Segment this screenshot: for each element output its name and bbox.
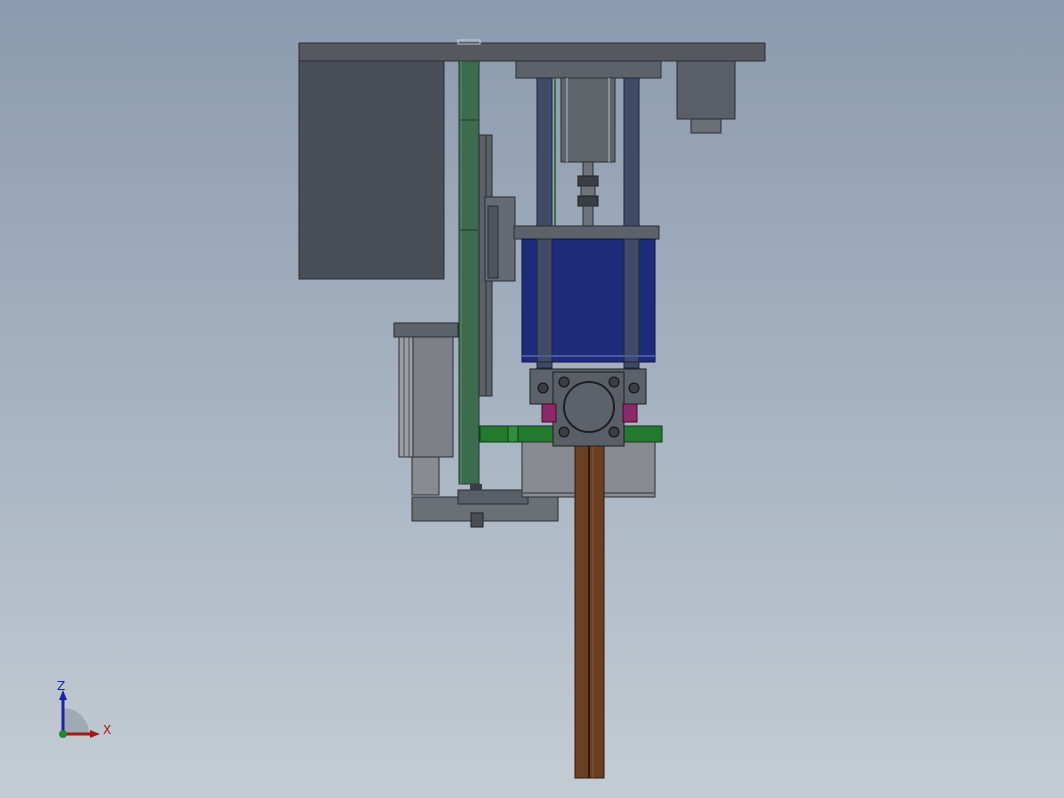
top-right-motor (676, 60, 736, 120)
coordinate-triad: Z X (50, 676, 120, 746)
accent-pad-left (541, 403, 557, 423)
assembly-model[interactable] (0, 0, 1064, 798)
pneumatic-cylinder (560, 77, 616, 163)
floating-joint (577, 175, 599, 187)
cad-viewport[interactable]: Z X (0, 0, 1064, 798)
linear-rail (458, 60, 480, 485)
top-plate (298, 42, 766, 62)
cylinder-flange (515, 60, 662, 79)
lever-bolt (470, 512, 484, 528)
x-axis-label: X (103, 723, 112, 737)
clamp-bore (563, 381, 615, 433)
side-motor-shaft (411, 456, 440, 496)
accent-pad-right (622, 403, 638, 423)
mid-plate (513, 225, 660, 240)
z-axis-label: Z (57, 679, 66, 693)
control-box (298, 60, 445, 280)
top-right-motor-shaft (690, 118, 722, 134)
side-motor-cap (393, 322, 459, 338)
